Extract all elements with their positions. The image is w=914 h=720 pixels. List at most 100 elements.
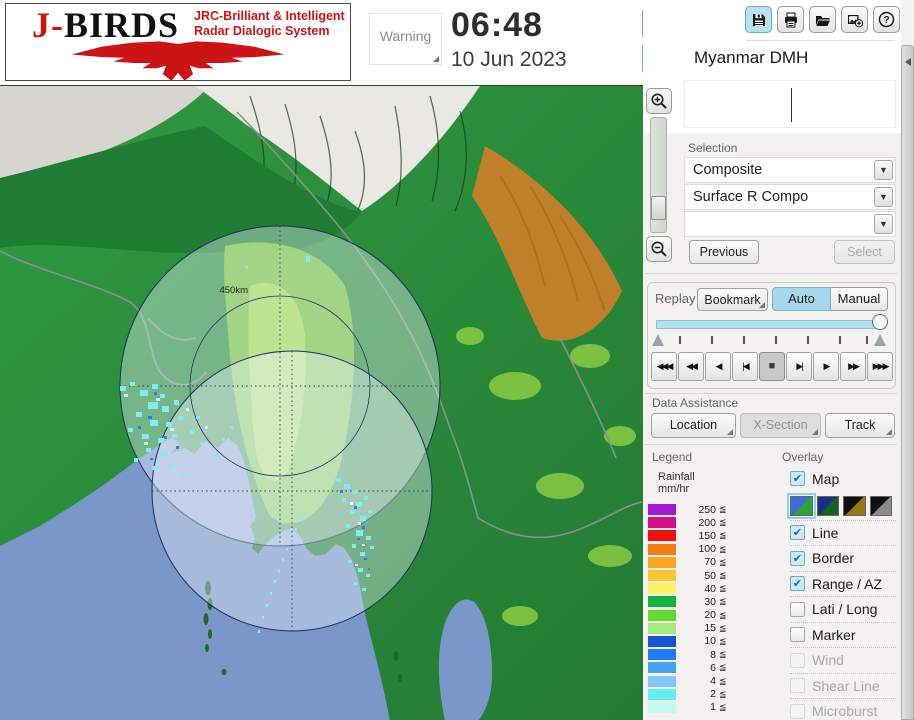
rewind-fast-button[interactable]: ◀◀◀ xyxy=(651,352,677,381)
overlay-item-marker[interactable]: Marker xyxy=(790,621,896,648)
map-style-swatch-4[interactable] xyxy=(869,495,892,516)
logo-subtitle: JRC-Brilliant & Intelligent Radar Dialog… xyxy=(194,9,345,38)
dropdown-corner-icon xyxy=(886,429,892,435)
checkbox-checked-icon[interactable]: ✔ xyxy=(790,550,805,566)
warning-button[interactable]: Warning xyxy=(369,13,442,65)
help-button[interactable]: ? xyxy=(873,6,900,33)
slider-end-marker[interactable] xyxy=(874,334,886,346)
legend-color-swatch xyxy=(648,504,676,516)
open-folder-button[interactable] xyxy=(809,6,836,33)
chevron-down-icon[interactable]: ▼ xyxy=(874,160,893,180)
divider xyxy=(645,444,897,445)
overlay-item-map[interactable]: ✔ Map xyxy=(790,466,896,492)
slider-start-marker[interactable] xyxy=(652,334,664,346)
checkbox-disabled-icon xyxy=(790,678,805,694)
legend-color-swatch xyxy=(648,635,676,647)
legend-color-swatch xyxy=(648,688,676,700)
legend-row: 150 ≦ xyxy=(648,529,727,542)
map-style-swatch-2[interactable] xyxy=(816,495,839,516)
legend-color-swatch xyxy=(648,701,676,713)
slider-tick xyxy=(866,336,868,344)
overlay-item-wind: Wind xyxy=(790,647,896,673)
legend-color-swatch xyxy=(648,675,676,687)
previous-button[interactable]: Previous xyxy=(689,240,759,264)
slider-tick xyxy=(679,336,681,344)
zoom-out-icon xyxy=(651,241,667,257)
stop-button[interactable]: ■ xyxy=(759,352,785,381)
save-icon xyxy=(752,13,765,26)
add-image-button[interactable] xyxy=(841,6,868,33)
warning-label: Warning xyxy=(379,28,432,44)
checkbox-unchecked-icon[interactable] xyxy=(790,627,805,643)
panel-collapse-strip[interactable] xyxy=(901,45,914,720)
map-style-swatch-3[interactable] xyxy=(843,495,866,516)
bookmark-button[interactable]: Bookmark xyxy=(697,288,768,311)
replay-manual-button[interactable]: Manual xyxy=(831,287,888,311)
checkbox-checked-icon[interactable]: ✔ xyxy=(790,525,805,541)
zoom-out-button[interactable] xyxy=(646,236,672,262)
overlay-item-lati-long[interactable]: Lati / Long xyxy=(790,596,896,622)
checkbox-checked-icon[interactable]: ✔ xyxy=(790,576,805,592)
station-list-box[interactable] xyxy=(684,80,896,128)
legend-row: 100 ≦ xyxy=(648,543,727,556)
overlay-item-range-az[interactable]: ✔ Range / AZ xyxy=(790,570,896,597)
checkbox-disabled-icon xyxy=(790,703,805,719)
current-date: 10 Jun 2023 xyxy=(451,48,567,71)
legend-row: 30 ≦ xyxy=(648,595,727,608)
legend-row: 4 ≦ xyxy=(648,674,727,687)
save-button[interactable] xyxy=(745,6,772,33)
overlay-item-line[interactable]: ✔ Line xyxy=(790,519,896,546)
collapse-panel-arrow-icon xyxy=(905,58,911,66)
legend-scale: 250 ≦ 200 ≦ 150 ≦ 100 ≦ 70 ≦ 50 ≦ 40 ≦ 30 ≦ 20 ≦ … xyxy=(648,503,727,714)
location-button[interactable]: Location xyxy=(651,413,736,438)
step-forward-button[interactable]: ▶| xyxy=(786,352,812,381)
play-button[interactable]: ▶ xyxy=(813,352,839,381)
legend-color-swatch xyxy=(648,530,676,542)
replay-auto-button[interactable]: Auto xyxy=(772,287,831,311)
step-backward-button[interactable]: |◀ xyxy=(732,352,758,381)
overlay-heading: Overlay xyxy=(782,450,824,464)
jbirds-logo: J-BIRDS JRC-Brilliant & Intelligent Rada… xyxy=(5,3,351,81)
zoom-slider-thumb[interactable] xyxy=(651,196,666,220)
checkbox-unchecked-icon[interactable] xyxy=(790,601,805,617)
selection-dropdown-2[interactable]: Surface R Compo ▼ xyxy=(684,184,896,210)
legend-color-swatch xyxy=(648,543,676,555)
print-button[interactable] xyxy=(777,6,804,33)
rewind-button[interactable]: ◀◀ xyxy=(678,352,704,381)
selection-dropdown-3[interactable]: ▼ xyxy=(684,211,896,237)
replay-slider-thumb[interactable] xyxy=(872,314,888,330)
overlay-item-border[interactable]: ✔ Border xyxy=(790,545,896,571)
overlay-list: ✔ Map ✔ Line ✔ Border ✔ Range / AZ Lati / Lo… xyxy=(787,466,896,720)
map-style-swatch-1[interactable] xyxy=(787,492,816,519)
legend-row: 6 ≦ xyxy=(648,661,727,674)
legend-color-swatch xyxy=(648,609,676,621)
data-assistance-heading: Data Assistance xyxy=(652,396,739,410)
legend-row: 8 ≦ xyxy=(648,648,727,661)
track-button[interactable]: Track xyxy=(825,413,895,438)
slider-tick xyxy=(839,336,841,344)
forward-button[interactable]: ▶▶ xyxy=(840,352,866,381)
chevron-down-icon[interactable]: ▼ xyxy=(874,214,893,234)
overlay-item-microburst: Microburst xyxy=(790,698,896,720)
legend-unit: Rainfall mm/hr xyxy=(658,471,695,495)
legend-row: 15 ≦ xyxy=(648,622,727,635)
legend-row: 10 ≦ xyxy=(648,635,727,648)
checkbox-checked-icon[interactable]: ✔ xyxy=(790,471,805,487)
divider xyxy=(645,273,897,274)
replay-slider[interactable] xyxy=(656,320,886,329)
select-button[interactable]: Select xyxy=(834,240,895,264)
zoom-slider[interactable] xyxy=(650,117,667,233)
selection-dropdown-1[interactable]: Composite ▼ xyxy=(684,157,896,183)
replay-heading: Replay xyxy=(655,291,696,306)
chevron-down-icon[interactable]: ▼ xyxy=(874,187,893,207)
play-backward-button[interactable]: ◀ xyxy=(705,352,731,381)
radar-map-canvas: 450km xyxy=(0,86,643,720)
forward-fast-button[interactable]: ▶▶▶ xyxy=(867,352,893,381)
zoom-in-button[interactable] xyxy=(646,88,672,114)
legend-row: 250 ≦ xyxy=(648,503,727,516)
slider-tick xyxy=(743,336,745,344)
radar-map[interactable]: 450km xyxy=(0,85,643,720)
jbirds-app-window: J-BIRDS JRC-Brilliant & Intelligent Rada… xyxy=(0,0,914,720)
x-section-button[interactable]: X-Section xyxy=(740,413,821,438)
slider-tick xyxy=(807,336,809,344)
